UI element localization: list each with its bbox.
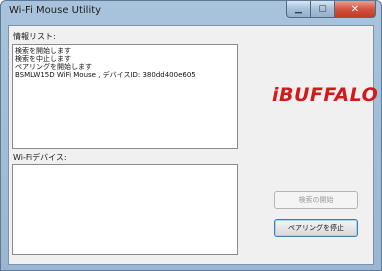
start-search-button[interactable]: 検索の開始 [274,191,358,209]
dialog-body: 情報リスト: 検索を開始します 検索を中止します ペアリングを開始します BSM… [8,25,378,265]
wifi-devices-list[interactable] [12,164,238,255]
caption-buttons: ▁ ▢ ✕ [286,1,376,19]
maximize-button[interactable]: ▢ [310,1,334,18]
title-bar[interactable]: Wi-Fi Mouse Utility ▁ ▢ ✕ [1,1,381,25]
info-list-item: 検索を開始します [15,47,71,55]
info-list-lines: 検索を開始します 検索を中止します ペアリングを開始します BSMLW15D W… [13,45,237,79]
info-list-item: BSMLW15D WiFi Mouse , デバイスID: 380dd400e6… [15,71,196,79]
wifi-devices-label: Wi-Fiデバイス: [13,153,67,162]
minimize-icon: ▁ [295,4,302,14]
app-window: Wi-Fi Mouse Utility ▁ ▢ ✕ 情報リスト: 検索を開始しま… [0,0,382,271]
info-list-box[interactable]: 検索を開始します 検索を中止します ペアリングを開始します BSMLW15D W… [12,44,238,149]
minimize-button[interactable]: ▁ [286,1,310,18]
buffalo-logo: iBUFFALO [272,84,379,106]
maximize-icon: ▢ [318,4,327,14]
info-list-item: ペアリングを開始します [15,63,92,71]
info-list-label: 情報リスト: [13,32,56,41]
stop-pairing-button[interactable]: ペアリングを停止 [274,219,358,237]
close-button[interactable]: ✕ [334,1,376,18]
close-icon: ✕ [350,3,360,15]
window-title: Wi-Fi Mouse Utility [9,5,102,16]
info-list-item: 検索を中止します [15,55,71,63]
